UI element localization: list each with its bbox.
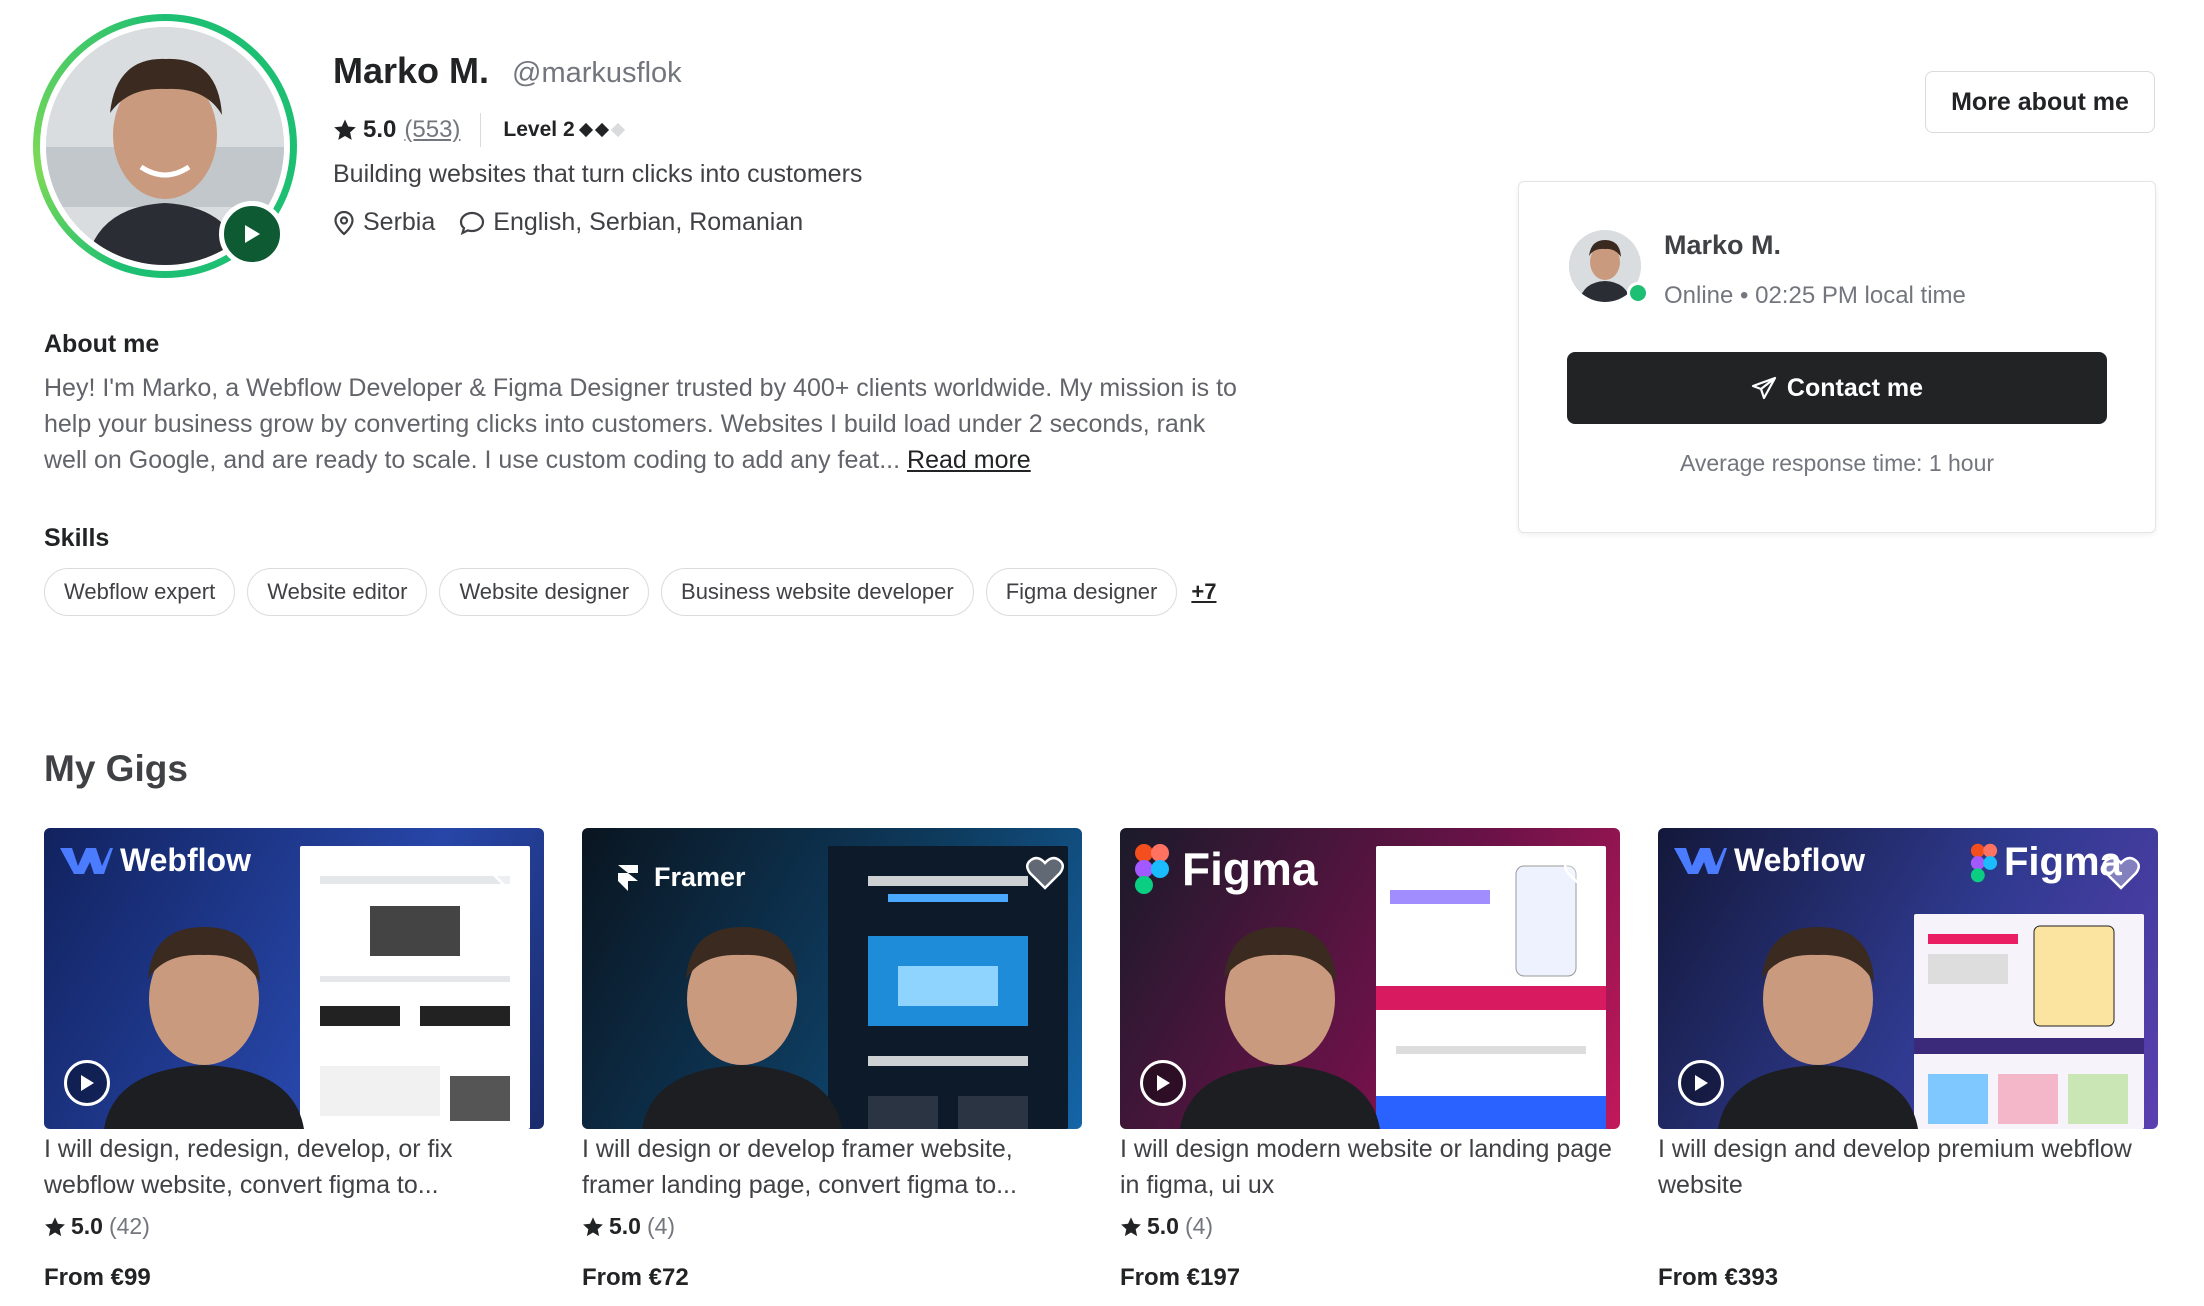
play-icon [81,1075,94,1091]
profile-country: Serbia [363,208,436,236]
gig-thumbnail[interactable]: Webflow [44,828,544,1129]
star-icon [583,1216,603,1236]
profile-tagline: Building websites that turn clicks into … [333,160,863,188]
level-diamond-icon [594,122,609,138]
gig-price: From €99 [44,1264,151,1291]
gig-title[interactable]: I will design and develop premium webflo… [1658,1131,2158,1203]
gig-rating: 5.0 (42) [44,1213,544,1240]
online-indicator [1627,282,1649,304]
gig-rating-score: 5.0 [1147,1213,1179,1239]
star-icon [334,119,356,140]
figma-logo-icon [1135,844,1169,894]
star-icon [45,1216,65,1236]
gig-title[interactable]: I will design or develop framer website,… [582,1131,1082,1203]
read-more-link[interactable]: Read more [907,446,1031,474]
play-icon [1695,1075,1708,1091]
play-icon [245,225,260,243]
figma-logo-icon [1970,843,1998,882]
gig-review-count: (4) [1184,1213,1214,1239]
contact-status: Online • 02:25 PM local time [1664,282,1966,309]
gig-price: From €72 [582,1264,689,1291]
response-time: Average response time: 1 hour [1679,450,1995,476]
level-diamond-icon [578,122,593,138]
gig-video-play-button[interactable] [64,1060,110,1106]
profile-location-row: Serbia English, Serbian, Romanian [333,208,827,237]
seller-photo [104,927,304,1129]
website-preview-image [1914,914,2144,1129]
divider [480,113,482,147]
webflow-logo-icon [60,847,113,874]
about-heading: About me [44,330,160,358]
profile-name: Marko M. [333,50,490,91]
skill-chip[interactable]: Figma designer [985,568,1178,616]
profile-review-count[interactable]: (553) [404,116,460,144]
gig-brand-logo-secondary: Figma [1970,840,2122,885]
gig-video-play-button[interactable] [1678,1060,1724,1106]
skill-chip[interactable]: Webflow expert [44,568,236,616]
gigs-heading: My Gigs [44,748,188,789]
gig-rating: 5.0 (4) [582,1213,1082,1240]
seller-level: Level 2 [503,118,575,141]
gig-rating-score: 5.0 [71,1213,103,1239]
gig-card[interactable]: Framer I will design or develop framer w… [582,828,1082,1291]
skills-list: Webflow expert Website editor Website de… [44,568,1216,616]
gig-card[interactable]: Figma I will design modern website or la… [1120,828,1620,1291]
gig-brand-logo: Figma [1134,842,1317,896]
profile-languages: English, Serbian, Romanian [493,208,804,236]
gig-brand-logo: Framer [616,862,746,893]
favorite-heart-icon[interactable] [1026,856,1064,890]
gig-price: From €197 [1120,1264,1241,1291]
send-icon [1751,376,1777,400]
framer-logo-icon [618,864,638,891]
seller-photo [1180,927,1380,1129]
profile-username: @markusflok [512,57,682,89]
gig-card[interactable]: Webflow Figma I will design and develop … [1658,828,2158,1291]
skill-chip[interactable]: Website editor [247,568,428,616]
gig-thumbnail[interactable]: Webflow Figma [1658,828,2158,1129]
gig-thumbnail[interactable]: Figma [1120,828,1620,1129]
profile-rating-row: 5.0 (553) Level 2 [333,113,625,147]
favorite-heart-icon[interactable] [488,856,526,890]
more-skills-link[interactable]: +7 [1191,579,1216,605]
seller-photo [1718,927,1918,1129]
contact-card: Marko M. Online • 02:25 PM local time Co… [1518,181,2156,533]
favorite-heart-icon[interactable] [2102,856,2140,890]
seller-photo [642,927,842,1129]
contact-name: Marko M. [1664,230,1782,260]
intro-video-play-button[interactable] [219,201,285,267]
gig-review-count: (4) [646,1213,676,1239]
gig-video-play-button[interactable] [1140,1060,1186,1106]
gig-thumbnail[interactable]: Framer [582,828,1082,1129]
chat-bubble-icon [460,211,485,235]
more-about-me-button[interactable]: More about me [1925,71,2155,133]
contact-me-label: Contact me [1786,373,1924,402]
webflow-logo-icon [1674,847,1727,874]
gig-price: From €393 [1658,1264,1779,1291]
play-icon [1157,1075,1170,1091]
gig-brand-logo: Webflow [1672,842,1865,879]
about-text: Hey! I'm Marko, a Webflow Developer & Fi… [44,370,1244,478]
gig-title[interactable]: I will design, redesign, develop, or fix… [44,1131,544,1203]
star-icon [1121,1216,1141,1236]
location-pin-icon [334,210,354,235]
gig-brand-logo: Webflow [58,842,251,879]
gig-card[interactable]: Webflow I will design, redesign, develop… [44,828,544,1291]
gig-rating-score: 5.0 [609,1213,641,1239]
contact-me-button[interactable]: Contact me [1567,352,2107,424]
gig-rating: 5.0 (4) [1120,1213,1620,1240]
skill-chip[interactable]: Business website developer [661,568,974,616]
level-diamond-icon [610,122,625,138]
favorite-heart-icon[interactable] [1564,856,1602,890]
skills-heading: Skills [44,524,110,552]
skill-chip[interactable]: Website designer [439,568,650,616]
gig-title[interactable]: I will design modern website or landing … [1120,1131,1620,1203]
gig-review-count: (42) [108,1213,150,1239]
profile-rating: 5.0 [363,116,397,143]
about-body: Hey! I'm Marko, a Webflow Developer & Fi… [44,374,1237,474]
